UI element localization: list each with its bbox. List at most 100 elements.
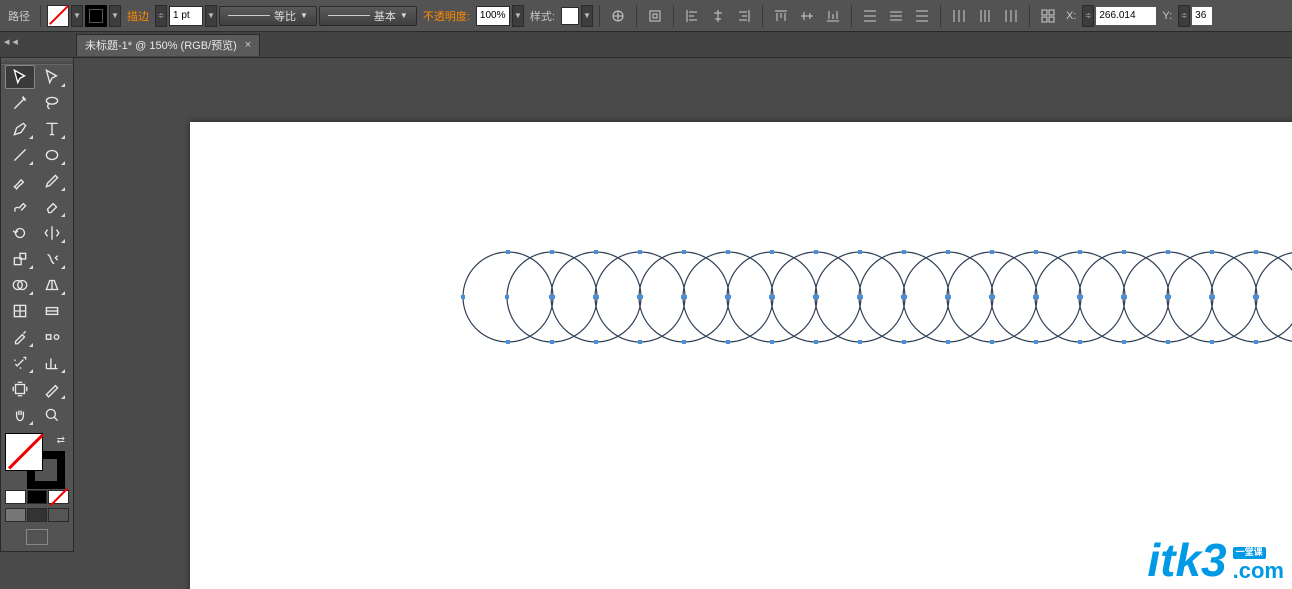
align-top-icon[interactable]: [769, 5, 793, 27]
color-mode-none[interactable]: [48, 490, 69, 504]
align-right-icon[interactable]: [732, 5, 756, 27]
hand-tool[interactable]: [5, 403, 35, 427]
transform-panel-icon[interactable]: [1036, 5, 1060, 27]
scale-tool[interactable]: [5, 247, 35, 271]
draw-mode-row: [5, 508, 69, 522]
divider: [1029, 5, 1030, 27]
document-tab-title: 未标题-1* @ 150% (RGB/预览): [85, 37, 237, 53]
x-stepper[interactable]: ≑: [1082, 5, 1094, 27]
mesh-tool[interactable]: [5, 299, 35, 323]
line-tool[interactable]: [5, 143, 35, 167]
profile-preview-icon: [228, 15, 270, 16]
lasso-tool[interactable]: [37, 91, 67, 115]
distribute-right-icon[interactable]: [999, 5, 1023, 27]
artwork-circles[interactable]: [440, 247, 1292, 347]
stroke-dropdown[interactable]: ▼: [109, 5, 121, 27]
paintbrush-tool[interactable]: [5, 169, 35, 193]
divider: [673, 5, 674, 27]
swap-fill-stroke-icon[interactable]: ⇄: [57, 435, 65, 446]
watermark-sub: 一堂课 .com: [1233, 547, 1284, 583]
type-tool[interactable]: [37, 117, 67, 141]
watermark: itk3 一堂课 .com: [1147, 537, 1284, 583]
draw-mode-inside[interactable]: [48, 508, 69, 522]
screen-mode-button[interactable]: [26, 529, 48, 545]
opacity-label: 不透明度:: [419, 8, 474, 24]
align-bottom-icon[interactable]: [821, 5, 845, 27]
selection-tool[interactable]: [5, 65, 35, 89]
direct-selection-tool[interactable]: [37, 65, 67, 89]
magic-wand-tool[interactable]: [5, 91, 35, 115]
profile-label: 等比: [274, 8, 296, 24]
stroke-weight-stepper[interactable]: ≑: [155, 5, 167, 27]
document-tab[interactable]: 未标题-1* @ 150% (RGB/预览) ×: [76, 34, 260, 56]
graphic-style-swatch[interactable]: [561, 7, 579, 25]
fill-swatch[interactable]: [47, 5, 69, 27]
fill-box-icon[interactable]: [5, 433, 43, 471]
y-input[interactable]: 36: [1192, 7, 1212, 25]
warp-tool[interactable]: [37, 247, 67, 271]
artboard-tool[interactable]: [5, 377, 35, 401]
brush-def-dropdown[interactable]: 基本 ▼: [319, 6, 417, 26]
stroke-weight-dropdown[interactable]: ▼: [205, 5, 217, 27]
reflect-tool[interactable]: [37, 221, 67, 245]
pen-tool[interactable]: [5, 117, 35, 141]
brush-label: 基本: [374, 8, 396, 24]
divider: [599, 5, 600, 27]
control-bar: 路径 ▼ ▼ 描边 ≑ 1 pt ▼ 等比 ▼ 基本 ▼ 不透明度: 100% …: [0, 0, 1292, 32]
distribute-top-icon[interactable]: [858, 5, 882, 27]
stroke-weight-input[interactable]: 1 pt: [169, 6, 203, 26]
stroke-label: 描边: [123, 8, 153, 24]
align-left-icon[interactable]: [680, 5, 704, 27]
symbol-sprayer-tool[interactable]: [5, 351, 35, 375]
align-to-selection-icon[interactable]: [643, 5, 667, 27]
align-vcenter-icon[interactable]: [795, 5, 819, 27]
color-mode-color[interactable]: [5, 490, 26, 504]
divider: [851, 5, 852, 27]
screen-mode-row: [5, 529, 69, 545]
blend-tool[interactable]: [37, 325, 67, 349]
ellipse-tool[interactable]: [37, 143, 67, 167]
tools-panel: ⇄: [0, 58, 74, 552]
opacity-input[interactable]: 100%: [476, 6, 510, 26]
brush-preview-icon: [328, 15, 370, 16]
panel-collapse-icon[interactable]: ◀◀: [4, 38, 21, 46]
draw-mode-normal[interactable]: [5, 508, 26, 522]
watermark-main: itk3: [1147, 537, 1226, 583]
rotate-tool[interactable]: [5, 221, 35, 245]
draw-mode-behind[interactable]: [27, 508, 48, 522]
fill-dropdown[interactable]: ▼: [71, 5, 83, 27]
y-stepper[interactable]: ≑: [1178, 5, 1190, 27]
gradient-tool[interactable]: [37, 299, 67, 323]
pencil-tool[interactable]: [37, 169, 67, 193]
distribute-vcenter-icon[interactable]: [884, 5, 908, 27]
slice-tool[interactable]: [37, 377, 67, 401]
canvas-area[interactable]: [76, 58, 1292, 589]
shape-builder-tool[interactable]: [5, 273, 35, 297]
eraser-tool[interactable]: [37, 195, 67, 219]
graphic-style-dropdown[interactable]: ▼: [581, 5, 593, 27]
document-tab-strip: 未标题-1* @ 150% (RGB/预览) ×: [0, 32, 1292, 58]
eyedropper-tool[interactable]: [5, 325, 35, 349]
style-label: 样式:: [526, 8, 559, 24]
close-icon[interactable]: ×: [245, 39, 251, 51]
color-mode-row: [5, 490, 69, 504]
blob-brush-tool[interactable]: [5, 195, 35, 219]
color-mode-gradient[interactable]: [27, 490, 48, 504]
artboard: [190, 122, 1292, 589]
fill-stroke-indicator[interactable]: ⇄: [5, 433, 69, 483]
divider: [636, 5, 637, 27]
divider: [40, 5, 41, 27]
align-hcenter-icon[interactable]: [706, 5, 730, 27]
recolor-artwork-icon[interactable]: [606, 5, 630, 27]
stroke-swatch[interactable]: [85, 5, 107, 27]
column-graph-tool[interactable]: [37, 351, 67, 375]
zoom-tool[interactable]: [37, 403, 67, 427]
x-label: X:: [1062, 10, 1080, 22]
width-profile-dropdown[interactable]: 等比 ▼: [219, 6, 317, 26]
distribute-bottom-icon[interactable]: [910, 5, 934, 27]
x-input[interactable]: 266.014: [1096, 7, 1156, 25]
opacity-dropdown[interactable]: ▼: [512, 5, 524, 27]
distribute-hcenter-icon[interactable]: [973, 5, 997, 27]
perspective-tool[interactable]: [37, 273, 67, 297]
distribute-left-icon[interactable]: [947, 5, 971, 27]
